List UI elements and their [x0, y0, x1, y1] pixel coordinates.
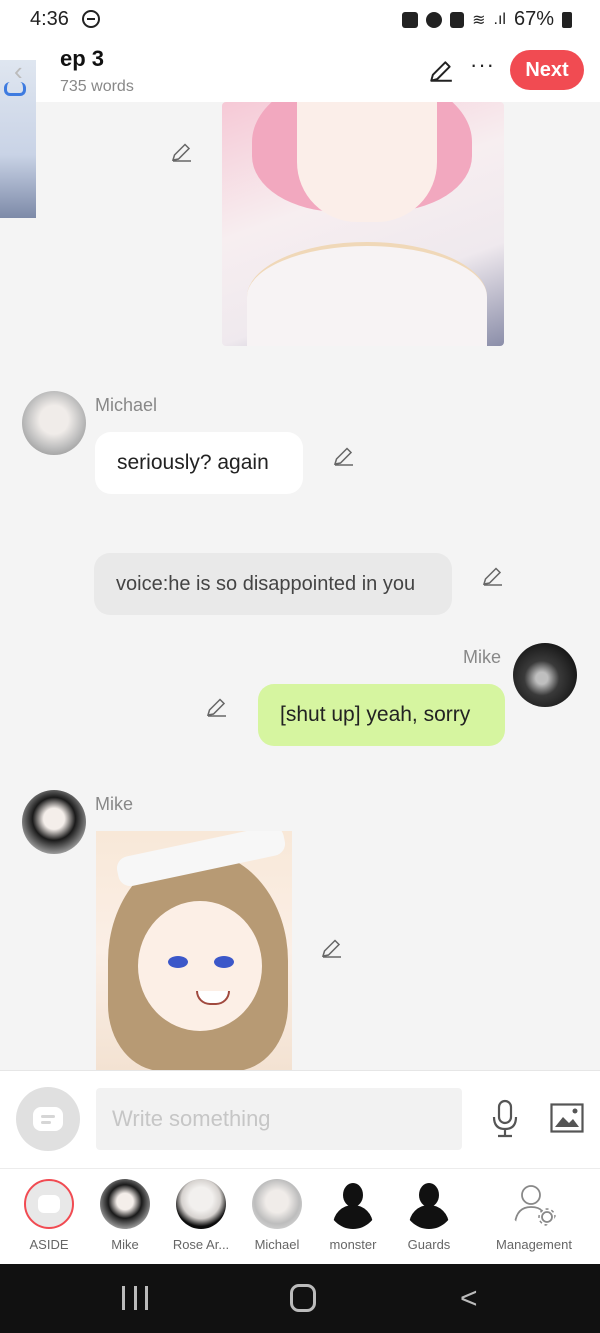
avatar-mike[interactable] — [513, 643, 577, 707]
do-not-disturb-icon — [82, 10, 100, 28]
pencil-icon[interactable] — [320, 936, 344, 960]
word-count: 735 words — [60, 78, 134, 95]
role-rose[interactable]: Rose Ar... — [163, 1179, 239, 1252]
composer-bar — [0, 1070, 600, 1168]
episode-header: ‹ ep 3 735 words ··· Next — [0, 40, 600, 218]
back-chevron-icon[interactable]: ‹ — [14, 56, 23, 87]
message-bubble-self[interactable]: [shut up] yeah, sorry — [258, 684, 505, 746]
episode-title: ep 3 — [60, 46, 105, 71]
role-label: Michael — [254, 1237, 300, 1252]
status-time: 4:36 — [30, 8, 69, 30]
system-nav-bar: < — [0, 1264, 600, 1333]
speaker-name: Mike — [95, 794, 134, 814]
role-michael[interactable]: Michael — [239, 1179, 315, 1252]
more-options-icon[interactable]: ··· — [470, 52, 495, 78]
wifi-icon: ≋ — [472, 11, 486, 29]
aside-icon — [33, 1107, 63, 1131]
battery-icon — [562, 11, 572, 28]
microphone-icon[interactable] — [490, 1099, 520, 1139]
pencil-icon[interactable] — [481, 564, 505, 588]
aside-bubble[interactable]: voice:he is so disappointed in you — [94, 553, 452, 615]
home-icon[interactable] — [290, 1284, 316, 1312]
message-bubble[interactable]: seriously? again — [95, 432, 303, 494]
mute-icon — [450, 11, 465, 28]
role-avatar — [100, 1179, 150, 1229]
avatar-michael[interactable] — [22, 391, 86, 455]
role-avatar — [176, 1179, 226, 1229]
alarm-icon — [426, 11, 443, 28]
next-button[interactable]: Next — [510, 50, 584, 90]
speaker-name: Michael — [95, 395, 158, 415]
management-icon — [509, 1179, 559, 1229]
aside-toggle-button[interactable] — [16, 1087, 80, 1151]
signal-icon: .ıl — [493, 10, 506, 28]
role-mike[interactable]: Mike — [87, 1179, 163, 1252]
role-label: monster — [329, 1237, 377, 1252]
role-label: Mike — [111, 1237, 139, 1252]
role-selector: ASIDE Mike Rose Ar... Michael monster Gu… — [0, 1168, 600, 1264]
role-label: Management — [496, 1237, 572, 1252]
message-input[interactable] — [96, 1088, 462, 1150]
avatar-mike-alt[interactable] — [22, 790, 86, 854]
chat-area: Michael seriously? again voice:he is so … — [0, 102, 600, 1070]
role-aside[interactable]: ASIDE — [11, 1179, 87, 1252]
pencil-icon[interactable] — [170, 140, 194, 164]
recent-apps-icon[interactable] — [122, 1286, 148, 1310]
edit-episode-icon[interactable] — [428, 58, 454, 84]
aside-role-icon — [24, 1179, 74, 1229]
silhouette-icon — [328, 1179, 378, 1229]
back-icon[interactable]: < — [460, 1282, 478, 1316]
role-monster[interactable]: monster — [315, 1179, 391, 1252]
battery-percent: 67% — [513, 8, 554, 30]
message-image-smiling-girl[interactable] — [96, 831, 292, 1070]
pencil-icon[interactable] — [332, 444, 356, 468]
role-label: ASIDE — [29, 1237, 69, 1252]
role-management[interactable]: Management — [496, 1179, 572, 1252]
role-label: Guards — [407, 1237, 451, 1252]
image-icon[interactable] — [550, 1103, 584, 1133]
role-label: Rose Ar... — [172, 1237, 230, 1252]
role-guards[interactable]: Guards — [391, 1179, 467, 1252]
battery-saver-icon — [402, 11, 419, 28]
role-avatar — [252, 1179, 302, 1229]
silhouette-icon — [404, 1179, 454, 1229]
status-right: ≋ .ıl 67% — [402, 8, 572, 31]
status-bar: 4:36 ≋ .ıl 67% — [0, 0, 600, 40]
message-image-pink-hair[interactable] — [222, 102, 504, 346]
speaker-name: Mike — [463, 647, 502, 667]
pencil-icon[interactable] — [205, 695, 229, 719]
